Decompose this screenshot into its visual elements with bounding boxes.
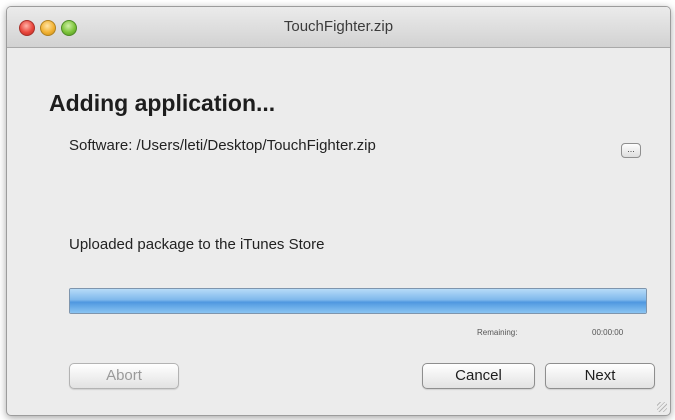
next-button[interactable]: Next <box>545 363 655 389</box>
upload-progress-bar <box>69 288 647 314</box>
dialog-heading: Adding application... <box>49 90 276 116</box>
software-path-label: Software: /Users/leti/Desktop/TouchFight… <box>69 137 376 154</box>
window-title: TouchFighter.zip <box>283 18 394 35</box>
remaining-time: 00:00:00 <box>592 328 624 337</box>
status-text: Uploaded package to the iTunes Store <box>69 236 325 253</box>
browse-button[interactable]: ... <box>621 143 641 158</box>
title-bar[interactable]: TouchFighter.zip <box>7 7 670 48</box>
remaining-label: Remaining: <box>477 328 518 337</box>
upload-progress-fill <box>70 289 646 313</box>
app-window: TouchFighter.zip Adding application... S… <box>6 6 671 416</box>
resize-grip[interactable] <box>657 402 667 412</box>
abort-button[interactable]: Abort <box>69 363 179 389</box>
cancel-button[interactable]: Cancel <box>422 363 535 389</box>
